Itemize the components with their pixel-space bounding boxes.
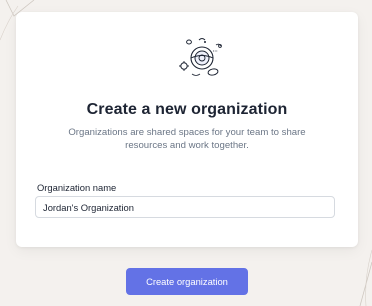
create-organization-card: Create a new organization Organizations … <box>16 12 358 247</box>
organization-name-label: Organization name <box>37 182 117 193</box>
create-organization-button[interactable]: Create organization <box>126 268 248 295</box>
page-title: Create a new organization <box>86 101 288 118</box>
page: Create a new organization Organizations … <box>0 0 372 306</box>
organization-illustration-icon <box>179 38 222 76</box>
page-subtitle: Organizations are shared spaces for your… <box>68 127 306 151</box>
organization-name-input[interactable] <box>35 196 335 218</box>
